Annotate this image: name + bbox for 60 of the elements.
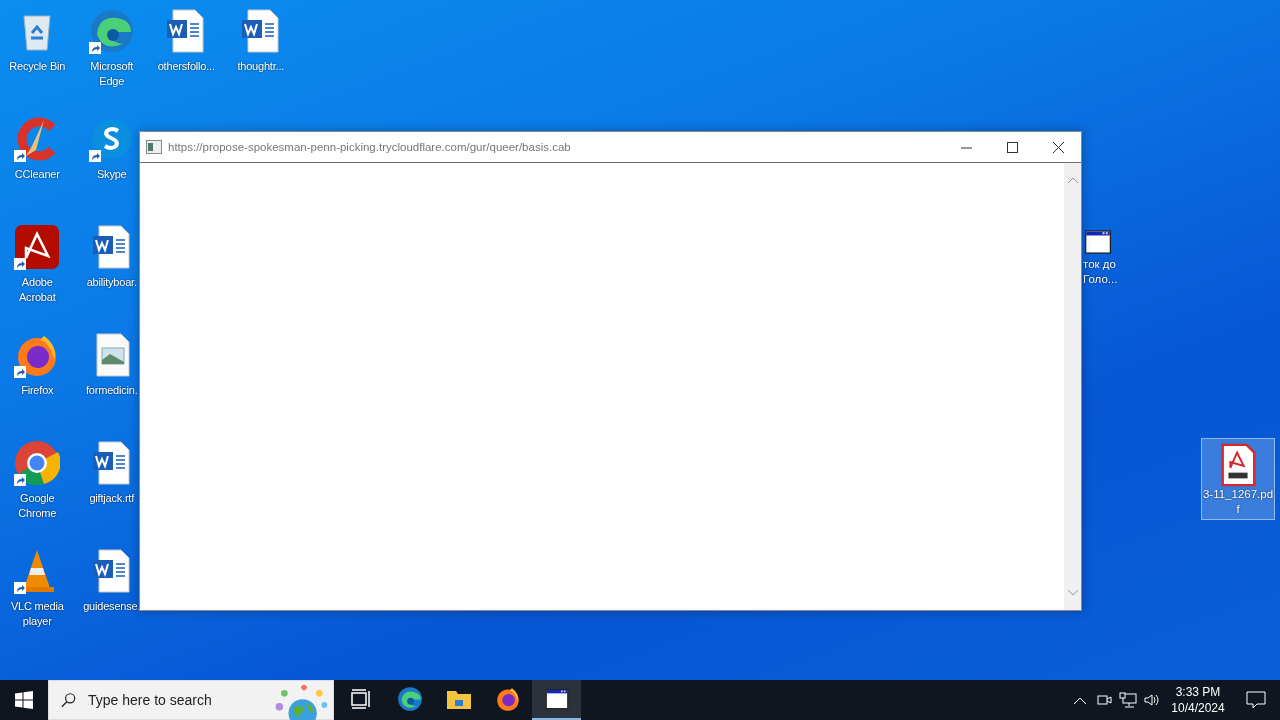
desktop-icon[interactable]: VLC media player xyxy=(5,540,70,629)
desktop-icon[interactable]: Recycle Bin xyxy=(9,0,66,74)
desktop-icon[interactable]: 3-11_1267.pd f xyxy=(1201,438,1275,520)
desktop-icon[interactable]: Firefox xyxy=(12,324,63,398)
desktop-icon[interactable]: Microsoft Edge xyxy=(79,0,144,89)
icon-label: ток до xyxy=(1083,257,1116,272)
maximize-icon xyxy=(1006,141,1018,153)
icon-label: 3-11_1267.pd xyxy=(1202,487,1274,502)
network-icon xyxy=(1119,692,1137,708)
chevron-up-icon xyxy=(1074,696,1086,704)
icon-label: Google Chrome xyxy=(17,491,58,521)
clock-date: 10/4/2024 xyxy=(1171,700,1225,716)
icon-label: formedicin. xyxy=(85,383,138,398)
icon-label: giftjack.rtf xyxy=(89,491,135,506)
speech-bubble-icon xyxy=(1246,691,1266,709)
task-view-icon xyxy=(349,689,372,709)
icon-label: f xyxy=(1236,502,1240,517)
icon-label: Skype xyxy=(96,167,127,182)
icon-label: abilityboar. xyxy=(86,275,137,290)
icon-label: Adobe Acrobat xyxy=(18,275,57,305)
icon-label: thoughtr... xyxy=(237,59,285,74)
desktop-icon[interactable]: abilityboar. xyxy=(86,216,137,290)
window-icon xyxy=(146,140,162,154)
window-title: https://propose-spokesman-penn-picking.trycloudflare.com/gur/queer/basis.cab xyxy=(168,141,572,153)
desktop-icon[interactable]: othersfollo... xyxy=(157,0,215,74)
chrome-icon xyxy=(14,440,61,486)
icon-label: Microsoft Edge xyxy=(89,59,135,89)
clock[interactable]: 3:33 PM 10/4/2024 xyxy=(1164,684,1232,716)
windows-logo-icon xyxy=(15,691,33,709)
speaker-icon xyxy=(1143,692,1161,708)
camera-icon xyxy=(1096,692,1112,708)
desktop-icon[interactable]: CCleaner xyxy=(12,108,63,182)
icon-label: Голо... xyxy=(1083,272,1118,287)
icon-label: Firefox xyxy=(21,383,54,398)
acrobat-icon xyxy=(14,224,61,270)
icon-label: Recycle Bin xyxy=(9,59,66,74)
clock-time: 3:33 PM xyxy=(1175,684,1221,700)
desktop-icon[interactable]: guidesense. xyxy=(83,540,141,614)
icon-label: guidesense. xyxy=(83,599,141,614)
desktop-icon[interactable]: ток до Голо... xyxy=(1082,222,1119,290)
taskbar-button[interactable] xyxy=(532,680,581,720)
icon-label: CCleaner xyxy=(14,167,60,182)
edge-icon xyxy=(396,686,423,712)
desktop-icon[interactable]: Google Chrome xyxy=(5,432,70,521)
folder-icon xyxy=(445,688,472,710)
app-window-icon xyxy=(543,686,570,712)
desktop-icon[interactable]: Skype xyxy=(86,108,137,182)
search-bar[interactable]: Type here to search xyxy=(48,680,334,720)
desktop-icon[interactable]: giftjack.rtf xyxy=(86,432,137,506)
close-icon xyxy=(1052,141,1064,153)
firefox-icon xyxy=(494,686,521,712)
desktop-icon[interactable]: formedicin. xyxy=(85,324,138,398)
app-window-icon xyxy=(1083,227,1113,257)
search-field[interactable]: Type here to search xyxy=(86,691,271,709)
desktop-icon[interactable]: thoughtr... xyxy=(235,0,286,74)
icon-label: VLC media player xyxy=(9,599,65,629)
search-icon xyxy=(61,691,76,709)
desktop-icon[interactable]: Adobe Acrobat xyxy=(5,216,70,305)
icon-label: othersfollo... xyxy=(157,59,215,74)
edge-icon xyxy=(88,8,135,54)
